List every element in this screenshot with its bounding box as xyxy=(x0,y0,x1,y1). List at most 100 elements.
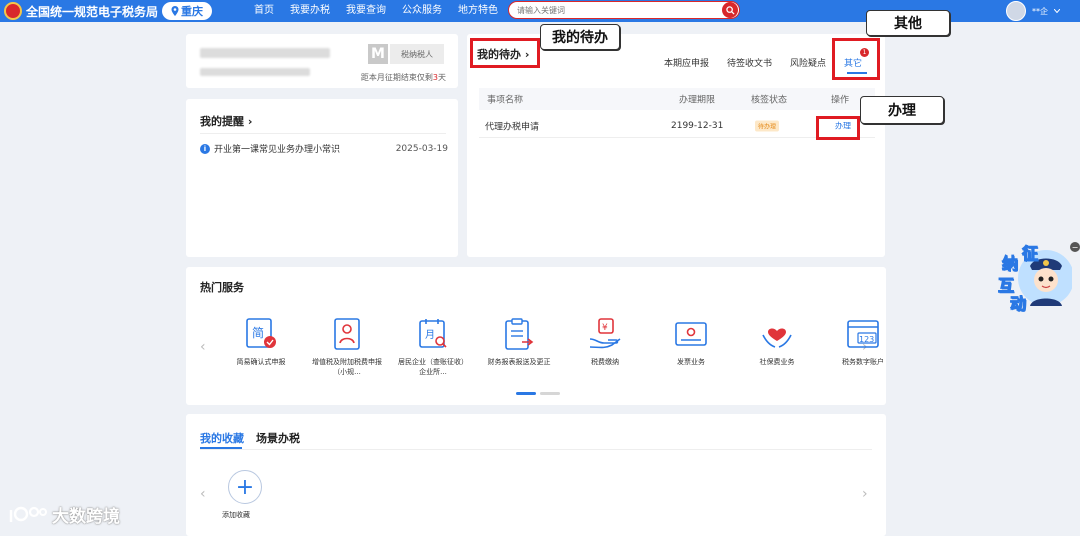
service-social-security[interactable]: 社保费业务 xyxy=(734,317,820,377)
svg-text:月: 月 xyxy=(425,329,435,341)
reminder-date: 2025-03-19 xyxy=(395,143,448,154)
site-title[interactable]: 全国统一规范电子税务局 xyxy=(26,3,158,20)
invoice-icon xyxy=(674,317,708,351)
service-tax-payment[interactable]: ¥ 税费缴纳 xyxy=(562,317,648,377)
enterprise-income-icon: 月 xyxy=(416,317,450,351)
pagination-dot-2[interactable] xyxy=(540,392,560,395)
social-security-icon xyxy=(760,317,794,351)
add-favorite-button[interactable]: + xyxy=(228,470,262,504)
list-item[interactable]: i 开业第一课常见业务办理小常识 2025-03-19 xyxy=(200,142,448,155)
service-label: 社保费业务 xyxy=(759,358,795,366)
service-label: 简易确认式申报 xyxy=(236,358,286,366)
nav-public-service[interactable]: 公众服务 xyxy=(394,0,450,22)
service-digital-account[interactable]: 123 税务数字账户 xyxy=(820,317,906,377)
chevron-down-icon xyxy=(1054,9,1060,13)
callout-todo: 我的待办 xyxy=(540,24,620,50)
search-input[interactable] xyxy=(509,5,722,15)
main-nav: 首页 我要办税 我要查询 公众服务 地方特色 xyxy=(246,0,506,22)
redacted-tax-id xyxy=(200,68,310,76)
service-label: 税务数字账户 xyxy=(842,358,884,366)
close-icon[interactable]: − xyxy=(1070,242,1080,252)
avatar xyxy=(1006,1,1026,21)
carousel-pagination xyxy=(516,392,560,395)
carousel-prev-arrow[interactable]: ‹ xyxy=(200,339,206,355)
tab-current-declare[interactable]: 本期应申报 xyxy=(655,56,718,69)
service-enterprise-income[interactable]: 月 居民企业（查账征收）企业所... xyxy=(390,317,476,377)
table-header: 事项名称 办理期限 核签状态 操作 xyxy=(479,88,875,110)
widget-char-1: 征 xyxy=(1021,244,1039,264)
service-financial-report[interactable]: 财务报表报送及更正 xyxy=(476,317,562,377)
service-invoice[interactable]: 发票业务 xyxy=(648,317,734,377)
highlight-handle-button xyxy=(816,116,860,140)
callout-handle: 办理 xyxy=(860,96,944,124)
tax-level-badge: M xyxy=(368,44,388,64)
highlight-todo-title xyxy=(470,38,540,68)
callout-other: 其他 xyxy=(866,10,950,36)
interaction-widget[interactable]: 征 纳 互 动 − xyxy=(996,240,1080,314)
national-emblem-icon xyxy=(4,2,22,20)
nav-query[interactable]: 我要查询 xyxy=(338,0,394,22)
tab-scenario-tax[interactable]: 场景办税 xyxy=(256,430,300,446)
info-icon: i xyxy=(200,143,210,154)
profile-card: M 税纳税人 距本月征期结束仅剩3天 xyxy=(186,34,458,88)
tax-payment-icon: ¥ xyxy=(588,317,622,351)
highlight-other-tab xyxy=(832,38,880,80)
tab-pending-documents[interactable]: 待签收文书 xyxy=(718,56,781,69)
user-menu[interactable]: **企 xyxy=(1006,1,1060,21)
search-box xyxy=(508,1,740,19)
favorites-prev-arrow[interactable]: ‹ xyxy=(200,486,206,502)
divider xyxy=(200,449,872,450)
add-favorite-label: 添加收藏 xyxy=(222,511,250,519)
region-selector[interactable]: 重庆 xyxy=(162,2,212,20)
column-header-status: 核签状态 xyxy=(751,95,788,106)
svg-text:123: 123 xyxy=(859,335,874,344)
svg-text:简: 简 xyxy=(252,326,264,340)
status-badge: 待办理 xyxy=(755,120,780,131)
taxpayer-type: 税纳税人 xyxy=(390,44,444,64)
reminders-title[interactable]: 我的提醒 › xyxy=(200,113,252,129)
service-vat-declare[interactable]: 增值税及附加税费申报（小规... xyxy=(304,317,390,377)
favorites-card: 我的收藏 场景办税 ‹ › + 添加收藏 xyxy=(186,414,886,536)
favorites-tabs: 我的收藏 场景办税 xyxy=(200,430,300,446)
financial-report-icon xyxy=(502,317,536,351)
widget-char-2: 纳 xyxy=(1001,254,1019,274)
redacted-company-name xyxy=(200,48,330,58)
column-header-name: 事项名称 xyxy=(487,95,524,106)
nav-home[interactable]: 首页 xyxy=(246,0,282,22)
hot-services-title: 热门服务 xyxy=(200,281,244,294)
user-name: **企 xyxy=(1032,6,1048,16)
service-label: 财务报表报送及更正 xyxy=(487,358,551,366)
nav-local-feature[interactable]: 地方特色 xyxy=(450,0,506,22)
tab-my-favorites[interactable]: 我的收藏 xyxy=(200,430,244,446)
digital-account-icon: 123 xyxy=(846,317,880,351)
service-label: 税费缴纳 xyxy=(591,358,619,366)
reminder-text: 开业第一课常见业务办理小常识 xyxy=(214,145,341,155)
service-label: 居民企业（查账征收）企业所... xyxy=(398,358,468,376)
task-deadline: 2199-12-31 xyxy=(671,120,724,131)
service-simple-declare[interactable]: 简 简易确认式申报 xyxy=(218,317,304,377)
deadline-countdown: 距本月征期结束仅剩3天 xyxy=(360,73,446,82)
service-label: 发票业务 xyxy=(677,358,705,366)
search-button[interactable] xyxy=(722,2,738,18)
hot-services-card: 热门服务 ‹ › 简 简易确认式申报 增值税及附加税费申报（小规... 月 居民… xyxy=(186,267,886,405)
watermark-logo-icon xyxy=(9,506,47,522)
reminders-card: 我的提醒 › i 开业第一课常见业务办理小常识 2025-03-19 xyxy=(186,99,458,257)
favorites-next-arrow[interactable]: › xyxy=(862,486,868,502)
simple-declare-icon: 简 xyxy=(244,317,278,351)
column-header-action: 操作 xyxy=(831,95,850,106)
pagination-dot-1[interactable] xyxy=(516,392,536,395)
vat-declare-icon xyxy=(330,317,364,351)
divider xyxy=(200,133,446,134)
region-name: 重庆 xyxy=(181,5,203,18)
service-list: 简 简易确认式申报 增值税及附加税费申报（小规... 月 居民企业（查账征收）企… xyxy=(218,317,906,377)
plus-icon: + xyxy=(235,474,255,500)
location-pin-icon xyxy=(171,6,179,16)
tab-risk-doubts[interactable]: 风险疑点 xyxy=(781,56,835,69)
watermark: 大数跨境 xyxy=(8,502,120,527)
task-name: 代理办税申请 xyxy=(485,122,540,132)
svg-text:¥: ¥ xyxy=(602,323,608,333)
column-header-deadline: 办理期限 xyxy=(679,95,716,106)
service-label: 增值税及附加税费申报（小规... xyxy=(312,358,382,376)
nav-handle-tax[interactable]: 我要办税 xyxy=(282,0,338,22)
widget-char-4: 动 xyxy=(1009,294,1027,314)
